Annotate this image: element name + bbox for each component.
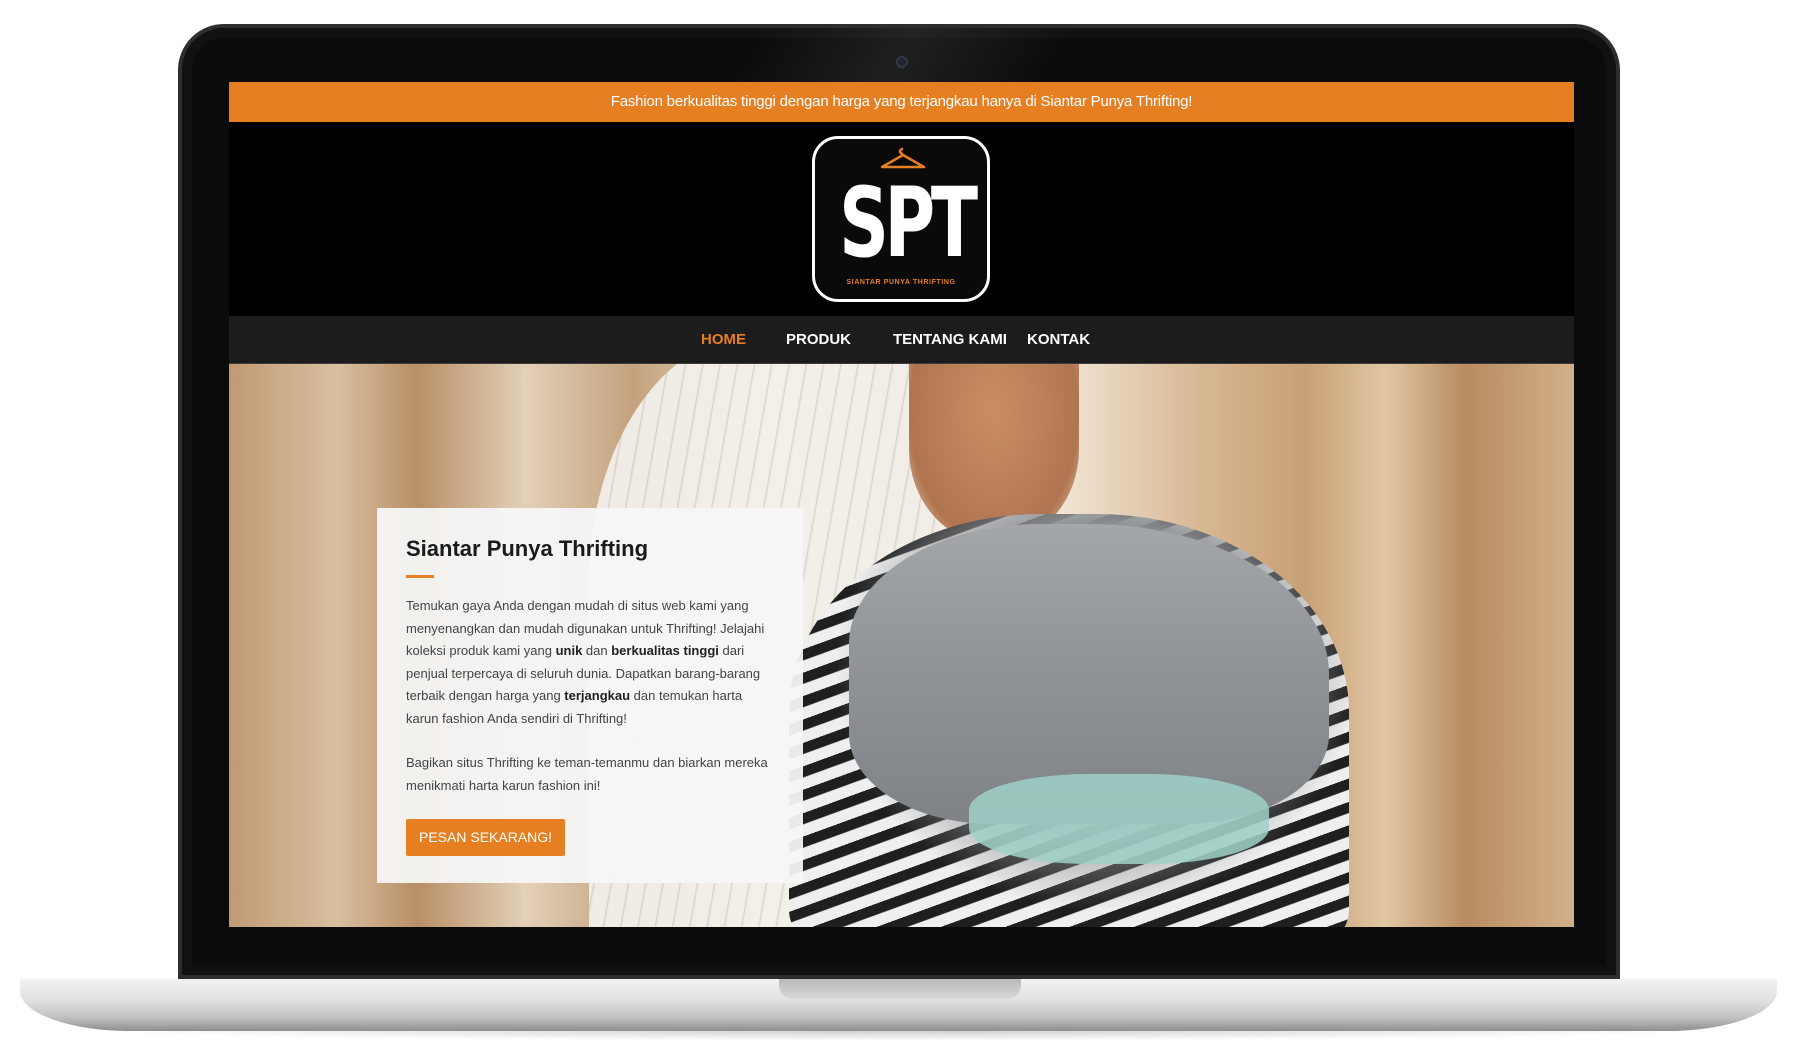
nav-item-produk[interactable]: PRODUK [786, 316, 851, 364]
hero-text-bold: berkualitas tinggi [611, 643, 719, 658]
hero-image-teal-fabric [969, 774, 1269, 864]
hero-text-part: dan [582, 643, 612, 658]
hero-card: Siantar Punya Thrifting Temukan gaya And… [377, 508, 803, 883]
laptop-base-notch [779, 979, 1021, 999]
nav-item-home[interactable]: HOME [701, 316, 746, 364]
logo-subtitle: SIANTAR PUNYA THRIFTING [846, 279, 956, 286]
main-nav: HOME PRODUK TENTANG KAMI KONTAK [229, 316, 1574, 364]
hero-text-bold: unik [555, 643, 583, 658]
site-header: SPT SIANTAR PUNYA THRIFTING [229, 122, 1574, 316]
laptop-screen: Fashion berkualitas tinggi dengan harga … [229, 82, 1574, 927]
hero-description: Temukan gaya Anda dengan mudah di situs … [406, 595, 775, 730]
site-logo[interactable]: SPT SIANTAR PUNYA THRIFTING [812, 136, 990, 302]
order-now-button[interactable]: PESAN SEKARANG! [406, 819, 566, 856]
nav-item-kontak[interactable]: KONTAK [1027, 316, 1090, 364]
logo-letters: SPT [839, 167, 978, 279]
title-underline [406, 575, 434, 578]
hero-share-text: Bagikan situs Thrifting ke teman-temanmu… [406, 755, 768, 793]
hero-banner: Siantar Punya Thrifting Temukan gaya And… [229, 364, 1574, 927]
announcement-bar: Fashion berkualitas tinggi dengan harga … [229, 82, 1574, 122]
hero-title: Siantar Punya Thrifting [406, 536, 649, 561]
laptop-shadow [80, 1031, 1720, 1041]
hero-text-bold: terjangkau [564, 688, 631, 703]
nav-item-tentang-kami[interactable]: TENTANG KAMI [893, 316, 1007, 364]
webcam-icon [896, 56, 908, 68]
